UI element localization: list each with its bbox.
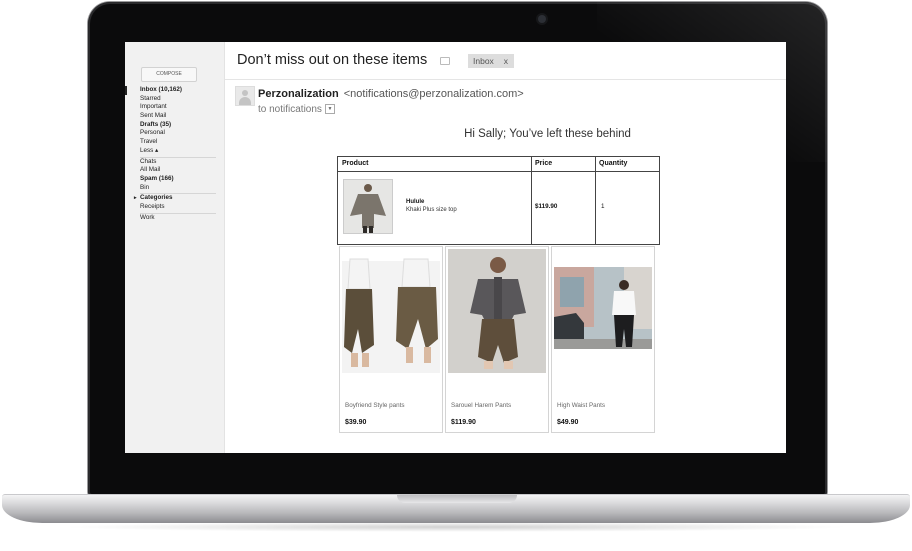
folder-list: Inbox (10,162) Starred Important Sent Ma… [125,86,216,223]
header-product: Product [342,160,369,167]
product-price: $119.90 [451,419,476,426]
laptop-notch [397,495,517,503]
cart-product-name[interactable]: Hulule [406,199,424,205]
sender-address: <notifications@perzonalization.com> [343,88,524,100]
cart-product-price: $119.90 [535,203,558,210]
inbox-label-text: Inbox [473,56,494,66]
folder-sent-mail[interactable]: Sent Mail [140,112,216,121]
less-toggle[interactable]: Less ▴ [140,147,216,156]
compose-button[interactable]: COMPOSE [141,67,197,82]
folder-bin[interactable]: Bin [140,184,216,193]
message-pane: Don’t miss out on these items Inbox x Per… [225,42,786,453]
column-divider [595,157,596,244]
cart-table: Product Price Quantity Hulule Khaki Plus… [337,156,660,245]
email-client-window: COMPOSE Inbox (10,162) Starred Important… [125,42,786,453]
cart-product-quantity: 1 [601,203,605,210]
recipient-text: to notifications [258,104,322,115]
column-divider [531,157,532,244]
product-image[interactable] [554,249,652,373]
email-subject: Don’t miss out on these items [237,52,428,68]
folder-work[interactable]: Work [140,214,216,223]
laptop-base [2,494,910,523]
product-image[interactable] [342,249,440,373]
product-card[interactable]: Boyfriend Style pants $39.90 [339,246,443,433]
folder-inbox[interactable]: Inbox (10,162) [125,86,216,95]
product-name[interactable]: High Waist Pants [557,402,605,409]
person-icon [235,86,255,106]
email-greeting: Hi Sally; You’ve left these behind [464,128,631,140]
sidebar-fade [125,441,224,453]
sender-name[interactable]: Perzonalization [258,88,339,100]
cart-product-image[interactable] [343,179,393,234]
header-quantity: Quantity [599,160,628,167]
cart-product-description: Khaki Plus size top [406,207,457,213]
header-price: Price [535,160,553,167]
inbox-label-tag[interactable]: Inbox x [468,54,515,68]
folder-receipts[interactable]: Receipts [140,203,216,212]
folder-drafts[interactable]: Drafts (35) [140,121,216,130]
webcam [538,15,546,23]
sidebar: COMPOSE Inbox (10,162) Starred Important… [125,42,225,453]
categories-toggle[interactable]: ▸ Categories [134,194,216,203]
folder-spam[interactable]: Spam (166) [140,175,216,184]
cart-header-row: Product Price Quantity [338,157,659,172]
laptop-shadow [60,522,852,532]
folder-chats[interactable]: Chats [140,158,216,167]
folder-travel[interactable]: Travel [140,138,216,147]
product-image[interactable] [448,249,546,373]
product-card[interactable]: Sarouel Harem Pants $119.90 [445,246,549,433]
categories-label: Categories [140,194,173,202]
triangle-right-icon: ▸ [134,195,137,202]
product-card[interactable]: High Waist Pants $49.90 [551,246,655,433]
sender-line: Perzonalization <notifications@perzonali… [258,88,524,100]
chevron-down-icon[interactable]: ▼ [324,104,335,115]
recipient-line: to notifications ▼ [258,104,335,115]
product-name[interactable]: Boyfriend Style pants [345,402,405,409]
product-name[interactable]: Sarouel Harem Pants [451,402,511,409]
folder-starred[interactable]: Starred [140,95,216,104]
product-price: $39.90 [345,419,367,426]
folder-important[interactable]: Important [140,103,216,112]
remove-label-icon[interactable]: x [504,56,508,66]
label-icon[interactable] [440,57,450,65]
folder-personal[interactable]: Personal [140,129,216,138]
product-price: $49.90 [557,419,579,426]
folder-all-mail[interactable]: All Mail [140,166,216,175]
header-divider [225,79,786,80]
